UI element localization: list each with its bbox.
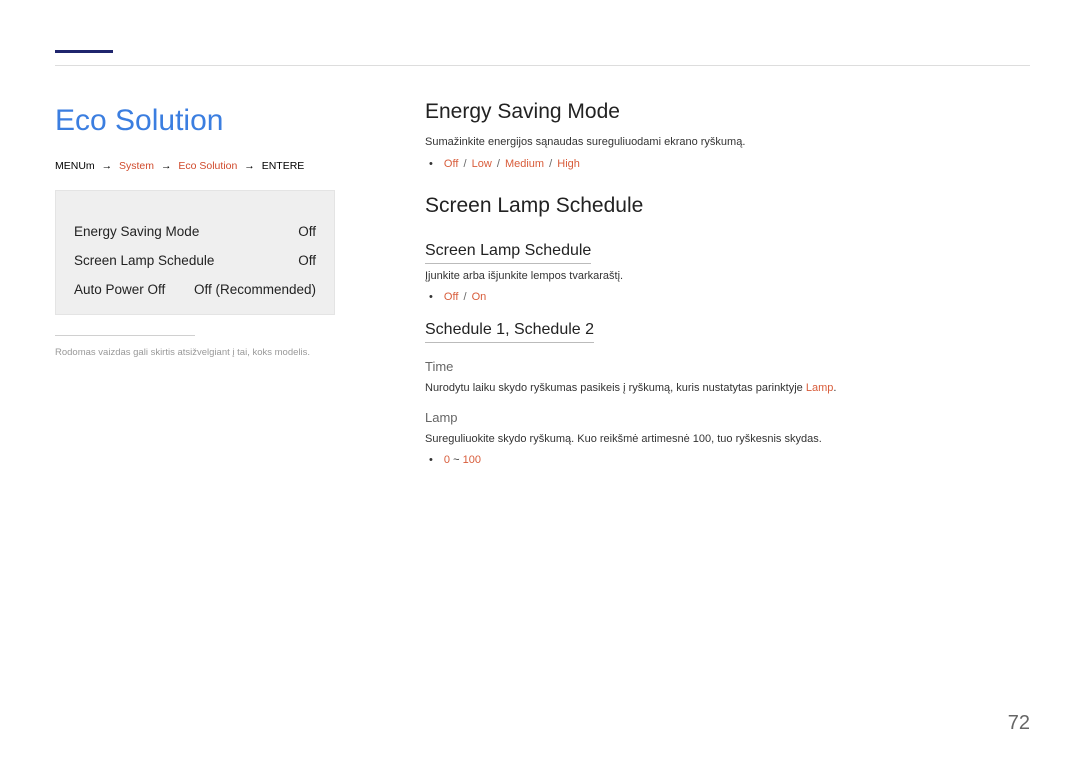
panel-row: Auto Power Off Off (Recommended) bbox=[74, 275, 316, 304]
bc-enter: ENTER bbox=[262, 160, 298, 172]
opt-off: Off bbox=[444, 291, 458, 303]
panel-row: Energy Saving Mode Off bbox=[74, 217, 316, 246]
top-horizontal-rule bbox=[55, 65, 1030, 66]
lamp-schedule-options: Off / On bbox=[429, 291, 1030, 303]
arrow-icon: → bbox=[161, 160, 172, 172]
content-columns: Eco Solution MENUm → System → Eco Soluti… bbox=[55, 50, 1030, 470]
opt-high: High bbox=[557, 158, 580, 170]
section-heading: Eco Solution bbox=[55, 104, 375, 138]
lamp-schedule-heading: Screen Lamp Schedule bbox=[425, 194, 1030, 218]
schedule12-subheading: Schedule 1, Schedule 2 bbox=[425, 321, 594, 343]
slash: / bbox=[497, 158, 500, 170]
arrow-icon: → bbox=[102, 160, 113, 172]
model-disclaimer: Rodomas vaizdas gali skirtis atsižvelgia… bbox=[55, 346, 375, 360]
lamp-desc: Sureguliuokite skydo ryškumą. Kuo reikšm… bbox=[425, 431, 1030, 449]
slash: / bbox=[463, 291, 466, 303]
page-number: 72 bbox=[1008, 712, 1030, 735]
range-high: 100 bbox=[463, 454, 481, 466]
opt-on: On bbox=[472, 291, 487, 303]
top-accent-bar bbox=[55, 50, 113, 53]
right-column: Energy Saving Mode Sumažinkite energijos… bbox=[405, 100, 1030, 470]
time-desc-c: . bbox=[833, 382, 836, 394]
panel-label: Auto Power Off bbox=[74, 282, 165, 297]
energy-saving-options: Off / Low / Medium / High bbox=[429, 158, 1030, 170]
panel-label: Screen Lamp Schedule bbox=[74, 253, 214, 268]
energy-saving-heading: Energy Saving Mode bbox=[425, 100, 1030, 124]
lamp-range: 0 ~ 100 bbox=[429, 454, 1030, 466]
opt-medium: Medium bbox=[505, 158, 544, 170]
panel-label: Energy Saving Mode bbox=[74, 224, 199, 239]
lamp-schedule-subheading: Screen Lamp Schedule bbox=[425, 242, 591, 264]
opt-off: Off bbox=[444, 158, 458, 170]
panel-row: Screen Lamp Schedule Off bbox=[74, 246, 316, 275]
panel-value: Off (Recommended) bbox=[194, 282, 316, 297]
bc-menu-sym: m bbox=[86, 160, 95, 172]
time-desc: Nurodytu laiku skydo ryškumas pasikeis į… bbox=[425, 380, 1030, 398]
settings-preview-panel: Energy Saving Mode Off Screen Lamp Sched… bbox=[55, 190, 335, 315]
time-label: Time bbox=[425, 359, 1030, 374]
lamp-label: Lamp bbox=[425, 410, 1030, 425]
range-sep: ~ bbox=[450, 454, 463, 466]
lamp-schedule-desc: Įjunkite arba išjunkite lempos tvarkaraš… bbox=[425, 268, 1030, 286]
bc-menu: MENU bbox=[55, 160, 86, 172]
panel-value: Off bbox=[298, 253, 316, 268]
note-separator bbox=[55, 335, 195, 336]
time-desc-lamp: Lamp bbox=[806, 382, 834, 394]
slash: / bbox=[463, 158, 466, 170]
opt-low: Low bbox=[472, 158, 492, 170]
bc-enter-sym: E bbox=[297, 160, 304, 172]
left-column: Eco Solution MENUm → System → Eco Soluti… bbox=[55, 100, 405, 470]
breadcrumb: MENUm → System → Eco Solution → ENTERE bbox=[55, 160, 375, 172]
arrow-icon: → bbox=[244, 160, 255, 172]
panel-value: Off bbox=[298, 224, 316, 239]
time-desc-a: Nurodytu laiku skydo ryškumas pasikeis į… bbox=[425, 382, 806, 394]
slash: / bbox=[549, 158, 552, 170]
bc-system: System bbox=[119, 160, 154, 172]
energy-saving-desc: Sumažinkite energijos sąnaudas sureguliu… bbox=[425, 134, 1030, 152]
bc-eco: Eco Solution bbox=[178, 160, 237, 172]
manual-page: Eco Solution MENUm → System → Eco Soluti… bbox=[0, 0, 1080, 763]
